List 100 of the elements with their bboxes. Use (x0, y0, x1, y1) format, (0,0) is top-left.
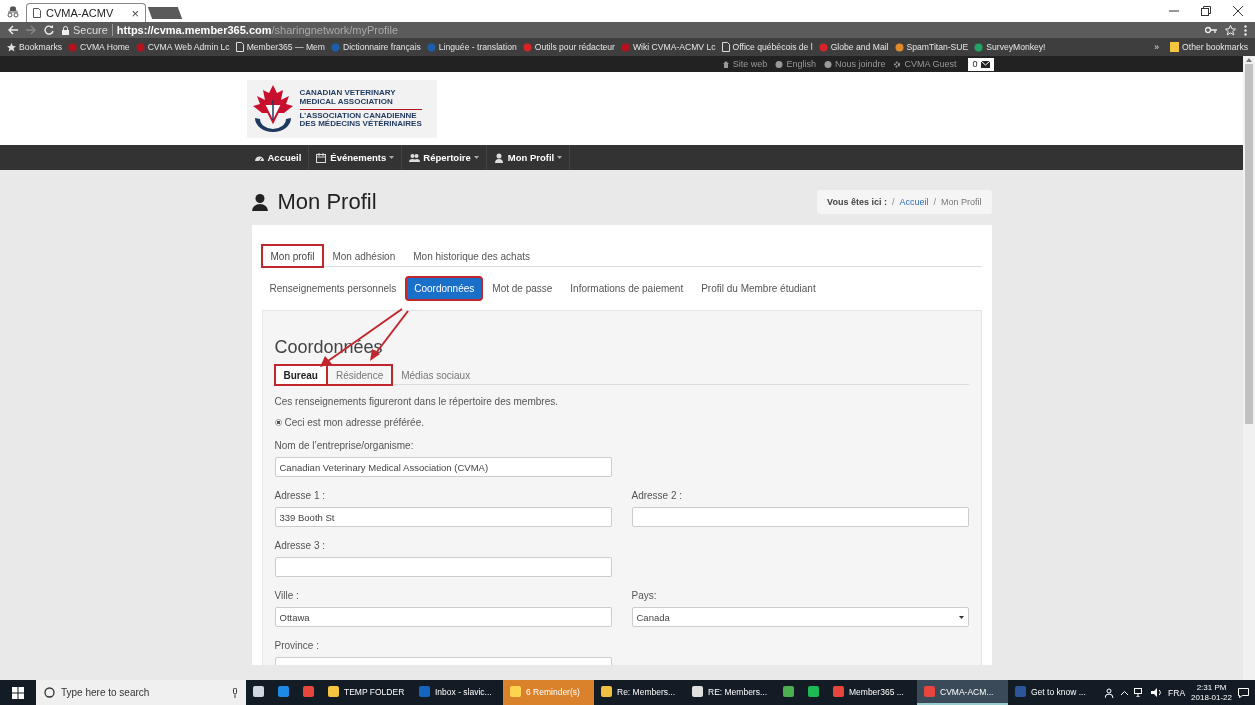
taskbar-app[interactable]: RE: Members... (685, 680, 776, 705)
field-label: Adresse 1 : (274, 490, 327, 501)
profile-tab[interactable]: Mon historique des achats (404, 245, 539, 267)
taskbar-app[interactable]: TEMP FOLDER (321, 680, 412, 705)
address-field[interactable]: https://cvma.member365.com/sharingnetwork/myProfile (116, 24, 399, 36)
utility-link[interactable]: English (775, 59, 816, 69)
section-tab[interactable]: Mot de passe (484, 277, 561, 300)
back-icon[interactable] (8, 25, 18, 35)
utility-link[interactable]: CVMA Guest (893, 59, 957, 69)
bookmark[interactable]: Wiki CVMA-ACMV Lc (617, 42, 719, 52)
search-field[interactable]: Type here to search (36, 680, 246, 705)
section-tab[interactable]: Profil du Membre étudiant (693, 277, 824, 300)
utility-link[interactable]: Site web (721, 59, 768, 69)
field-label: Ville : (274, 590, 300, 601)
preferred-radio[interactable] (274, 419, 282, 426)
field-label: Adresse 2 : (631, 490, 684, 501)
bookmark[interactable]: Linguée - translation (423, 42, 520, 52)
section-tab[interactable]: Coordonnées (406, 277, 483, 300)
bookmark[interactable]: Member365 — Mem (232, 42, 328, 52)
nav-item[interactable]: Mon Profil (486, 145, 571, 170)
section-tab[interactable]: Informations de paiement (562, 277, 692, 300)
bookmark[interactable]: SpamTitan-SUE (891, 42, 972, 52)
page-icon (33, 8, 41, 18)
bookmark[interactable]: Outils pour rédacteur (519, 42, 618, 52)
notifications-icon[interactable] (1238, 687, 1249, 698)
taskbar-app[interactable]: CVMA-ACM... (917, 680, 1008, 705)
info-text: Ces renseignements figureront dans le répertoire des membres. (274, 396, 559, 407)
section-tab[interactable]: Renseignements personnels (261, 277, 405, 300)
bookmark-folder[interactable]: Other bookmarks (1167, 42, 1251, 52)
users-icon (409, 152, 421, 163)
nav-item[interactable]: Accueil (246, 145, 310, 170)
field-label: Province : (274, 640, 320, 651)
input-field[interactable] (274, 557, 612, 577)
nav-item[interactable]: Répertoire (402, 145, 487, 170)
page-icon (235, 42, 244, 52)
address-tab[interactable]: Médias sociaux (392, 365, 480, 385)
close-tab-button[interactable]: × (131, 6, 139, 20)
taskbar-app[interactable]: Re: Members... (594, 680, 685, 705)
page-icon (721, 42, 730, 52)
logo-text: CANADIAN VETERINARY (299, 88, 397, 98)
caret-icon[interactable] (1121, 690, 1129, 695)
calendar-icon (316, 152, 328, 163)
breadcrumb-separator: / (891, 197, 895, 207)
menu-icon[interactable] (1244, 24, 1247, 36)
field-label: Pays: (631, 590, 658, 601)
breadcrumb-current: Mon Profil (941, 197, 982, 207)
clock[interactable]: 2:31 PM 2018-01-22 (1191, 683, 1232, 702)
windows-icon[interactable] (12, 686, 24, 699)
people-icon[interactable] (1105, 687, 1116, 698)
language-indicator[interactable]: FRA (1168, 687, 1186, 698)
breadcrumb-separator: / (933, 197, 936, 207)
bookmark[interactable]: CVMA Web Admin Lc (132, 42, 233, 52)
close-icon[interactable] (1233, 6, 1243, 16)
logo-text: L’ASSOCIATION CANADIENNE (299, 111, 417, 120)
taskbar-app[interactable]: Inbox - slavic... (412, 680, 503, 705)
select-field[interactable]: Canada (631, 607, 969, 627)
folder-icon (1170, 42, 1180, 52)
star-icon[interactable] (1225, 24, 1236, 36)
incognito-icon (6, 6, 20, 18)
bookmark[interactable]: CVMA Home (65, 42, 133, 52)
taskbar-app[interactable]: Get to know ... (1008, 680, 1099, 705)
breadcrumb-link[interactable]: Accueil (899, 197, 929, 207)
speaker-icon[interactable] (1151, 688, 1163, 697)
star-icon (7, 42, 16, 52)
bookmark[interactable]: Bookmarks (4, 42, 65, 52)
utility-link[interactable]: Nous joindre (823, 59, 886, 69)
radio-label: Ceci est mon adresse préférée. (284, 417, 424, 428)
bookmark[interactable]: Globe and Mail (815, 42, 892, 52)
address-tab[interactable]: Résidence (326, 365, 393, 385)
caret-icon (1246, 58, 1252, 62)
input-field[interactable]: Canadian Veterinary Medical Association (CVMA) (274, 457, 612, 477)
field-label: Adresse 3 : (274, 540, 327, 551)
taskbar-app[interactable]: Member365 ... (826, 680, 917, 705)
bookmark[interactable]: SurveyMonkey! (971, 42, 1049, 52)
secure-label: Secure (73, 24, 113, 36)
new-tab-button[interactable] (147, 7, 183, 19)
reload-icon[interactable] (44, 25, 54, 35)
input-field[interactable]: Ottawa (274, 607, 612, 627)
breadcrumb-label: Vous êtes ici : (827, 197, 887, 207)
messages-button[interactable]: 0 (968, 57, 994, 71)
more-bookmarks-button[interactable]: » (1154, 42, 1160, 52)
profile-tab[interactable]: Mon adhésion (323, 245, 405, 267)
microphone-icon (232, 687, 238, 698)
search-icon (44, 687, 55, 698)
nav-item[interactable]: Événements (309, 145, 403, 170)
browser-tab[interactable]: CVMA-ACMV × (26, 3, 146, 22)
lock-icon (62, 25, 69, 35)
address-tab[interactable]: Bureau (274, 365, 327, 385)
key-icon[interactable] (1205, 26, 1217, 34)
bookmark[interactable]: Office québécois de l (718, 42, 816, 52)
restore-icon[interactable] (1201, 6, 1211, 16)
input-field[interactable] (631, 507, 969, 527)
logo-text: MEDICAL ASSOCIATION (299, 97, 394, 107)
scrollbar-thumb[interactable] (1245, 64, 1253, 424)
envelope-icon (980, 60, 990, 68)
logo-text: DES MÉDECINS VÉTÉRINAIRES (299, 120, 422, 130)
bookmark[interactable]: Dictionnaire français (328, 42, 424, 52)
profile-tab[interactable]: Mon profil (261, 245, 324, 267)
input-field[interactable]: 339 Booth St (274, 507, 612, 527)
field-label: Nom de l’entreprise/organisme: (274, 440, 415, 451)
